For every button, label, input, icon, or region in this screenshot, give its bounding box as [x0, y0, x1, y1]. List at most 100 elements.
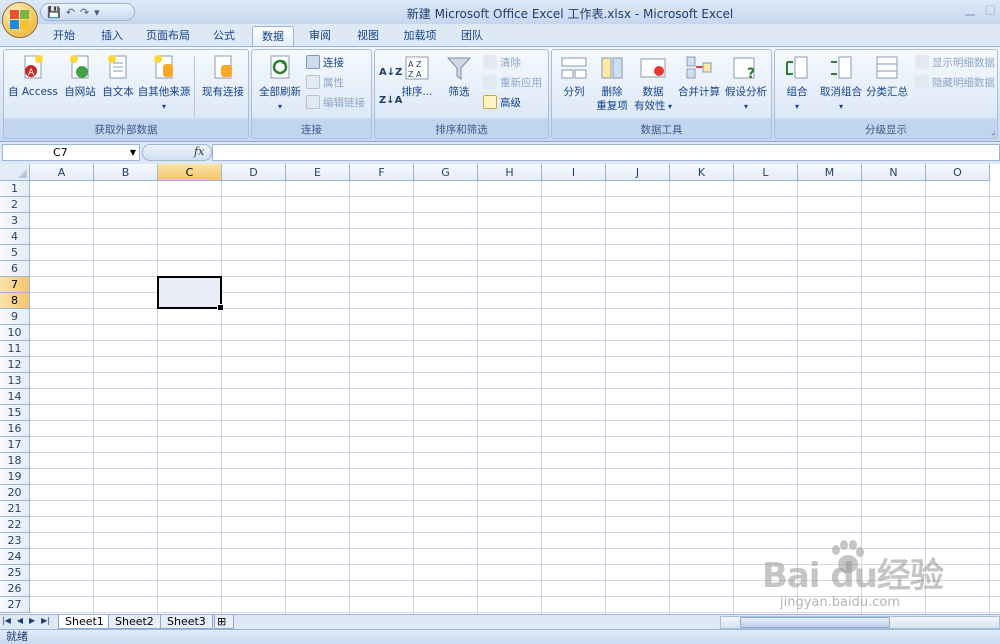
row-header[interactable]: 5	[0, 245, 30, 261]
filter-button[interactable]: 筛选	[441, 54, 477, 99]
row-header[interactable]: 19	[0, 469, 30, 485]
column-header[interactable]: J	[606, 164, 670, 181]
from-access-button[interactable]: A 自 Access	[6, 54, 60, 99]
sort-dialog-icon: A ZZ A	[403, 54, 431, 82]
row-header[interactable]: 24	[0, 549, 30, 565]
subtotal-button[interactable]: 分类汇总	[863, 54, 911, 99]
row-header[interactable]: 18	[0, 453, 30, 469]
first-sheet-icon[interactable]: |◀	[2, 616, 11, 625]
properties-button[interactable]: 属性	[306, 74, 344, 90]
tab-view[interactable]: 视图	[348, 26, 388, 46]
advanced-filter-button[interactable]: 高级	[483, 94, 521, 110]
row-header[interactable]: 2	[0, 197, 30, 213]
tab-insert[interactable]: 插入	[92, 26, 132, 46]
row-header[interactable]: 25	[0, 565, 30, 581]
row-header[interactable]: 14	[0, 389, 30, 405]
row-header[interactable]: 22	[0, 517, 30, 533]
status-bar: 就绪	[0, 629, 1000, 644]
column-header[interactable]: E	[286, 164, 350, 181]
remove-duplicates-icon	[598, 54, 626, 82]
row-header[interactable]: 20	[0, 485, 30, 501]
column-header[interactable]: B	[94, 164, 158, 181]
column-header[interactable]: D	[222, 164, 286, 181]
column-header[interactable]: M	[798, 164, 862, 181]
column-header[interactable]: K	[670, 164, 734, 181]
edit-links-button[interactable]: 编辑链接	[306, 94, 365, 110]
tab-addins[interactable]: 加载项	[396, 26, 444, 46]
column-header[interactable]: O	[926, 164, 990, 181]
minimize-icon[interactable]: ▁	[965, 2, 974, 16]
column-header[interactable]: I	[542, 164, 606, 181]
row-header[interactable]: 17	[0, 437, 30, 453]
dialog-launcher-icon[interactable]: ⌟	[991, 127, 995, 136]
next-sheet-icon[interactable]: ▶	[29, 616, 35, 625]
sheet-tab-2[interactable]: Sheet2	[108, 615, 161, 629]
selected-cell[interactable]	[157, 276, 224, 311]
what-if-analysis-button[interactable]: ? 假设分析 ▾	[722, 54, 770, 114]
insert-sheet-icon[interactable]: ⊞	[214, 615, 234, 629]
row-header[interactable]: 3	[0, 213, 30, 229]
row-header[interactable]: 7	[0, 277, 30, 293]
row-header[interactable]: 21	[0, 501, 30, 517]
row-header[interactable]: 16	[0, 421, 30, 437]
scrollbar-thumb[interactable]	[740, 617, 890, 628]
tab-page-layout[interactable]: 页面布局	[140, 26, 196, 46]
text-to-columns-button[interactable]: 分列	[556, 54, 592, 99]
row-header[interactable]: 8	[0, 293, 30, 309]
group-button[interactable]: 组合 ▾	[777, 54, 817, 114]
chevron-down-icon[interactable]: ▼	[130, 145, 136, 160]
last-sheet-icon[interactable]: ▶|	[41, 616, 50, 625]
remove-duplicates-button[interactable]: 删除 重复项	[592, 54, 632, 113]
maximize-icon[interactable]: ▢	[985, 2, 996, 16]
row-header[interactable]: 15	[0, 405, 30, 421]
sort-button[interactable]: A ZZ A 排序...	[399, 54, 435, 99]
ungroup-button[interactable]: 取消组合 ▾	[817, 54, 865, 114]
row-header[interactable]: 27	[0, 597, 30, 613]
row-header[interactable]: 6	[0, 261, 30, 277]
from-other-sources-button[interactable]: 自其他来源 ▾	[136, 54, 192, 114]
tab-home[interactable]: 开始	[44, 26, 84, 46]
prev-sheet-icon[interactable]: ◀	[17, 616, 23, 625]
row-header[interactable]: 26	[0, 581, 30, 597]
existing-connections-button[interactable]: 现有连接	[198, 54, 248, 99]
row-header[interactable]: 23	[0, 533, 30, 549]
sheet-tab-1[interactable]: Sheet1	[58, 615, 111, 629]
column-header[interactable]: A	[30, 164, 94, 181]
consolidate-button[interactable]: 合并计算	[674, 54, 724, 99]
data-validation-button[interactable]: 数据 有效性 ▾	[632, 54, 674, 114]
watermark-brand: Bai du经验	[762, 556, 944, 596]
tab-data[interactable]: 数据	[252, 26, 294, 46]
row-header[interactable]: 13	[0, 373, 30, 389]
name-box[interactable]: C7 ▼	[2, 144, 140, 161]
from-web-button[interactable]: 自网站	[60, 54, 100, 99]
svg-text:A Z: A Z	[408, 60, 422, 69]
row-header[interactable]: 9	[0, 309, 30, 325]
row-header[interactable]: 10	[0, 325, 30, 341]
hide-detail-button[interactable]: 隐藏明细数据	[915, 74, 995, 90]
tab-formulas[interactable]: 公式	[204, 26, 244, 46]
insert-function-icon[interactable]: fx	[194, 145, 204, 158]
connections-button[interactable]: 连接	[306, 54, 344, 70]
column-header[interactable]: H	[478, 164, 542, 181]
tab-review[interactable]: 审阅	[300, 26, 340, 46]
reapply-button[interactable]: 重新应用	[483, 74, 542, 90]
sheet-tab-3[interactable]: Sheet3	[160, 615, 213, 629]
column-header[interactable]: N	[862, 164, 926, 181]
from-text-button[interactable]: 自文本	[98, 54, 138, 99]
tab-team[interactable]: 团队	[452, 26, 492, 46]
column-header[interactable]: F	[350, 164, 414, 181]
office-button[interactable]	[2, 2, 38, 38]
row-header[interactable]: 1	[0, 181, 30, 197]
select-all-corner[interactable]	[0, 164, 30, 181]
column-header[interactable]: L	[734, 164, 798, 181]
show-detail-button[interactable]: 显示明细数据	[915, 54, 995, 70]
column-header[interactable]: G	[414, 164, 478, 181]
column-header[interactable]: C	[158, 164, 222, 181]
formula-input[interactable]	[212, 144, 1000, 161]
clear-filter-button[interactable]: 清除	[483, 54, 521, 70]
gridline	[30, 244, 1000, 245]
row-header[interactable]: 12	[0, 357, 30, 373]
row-header[interactable]: 4	[0, 229, 30, 245]
refresh-all-button[interactable]: 全部刷新 ▾	[254, 54, 306, 114]
row-header[interactable]: 11	[0, 341, 30, 357]
